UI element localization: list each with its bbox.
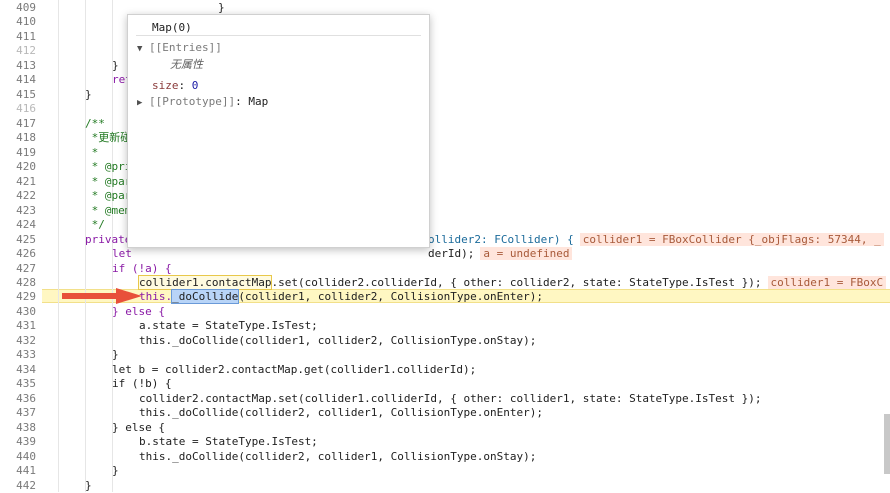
code-line-434[interactable]: let b = collider2.contactMap.get(collide… <box>112 363 890 377</box>
code-fragment: this. <box>139 290 173 303</box>
code-fragment: if (!a) { <box>112 262 172 275</box>
execution-pointer-arrow-icon <box>62 288 142 304</box>
code-line-436[interactable]: collider2.contactMap.set(collider1.colli… <box>139 392 890 406</box>
code-line-409[interactable]: } <box>218 1 890 15</box>
size-value: 0 <box>191 79 199 92</box>
code-line-427[interactable]: if (!a) { <box>112 262 890 276</box>
inline-debug-value[interactable]: a = undefined <box>480 247 573 260</box>
line-number[interactable]: 419 <box>0 146 36 160</box>
line-number[interactable]: 415 <box>0 88 36 102</box>
line-number[interactable]: 413 <box>0 59 36 73</box>
code-line-430[interactable]: } else { <box>112 305 890 319</box>
prototype-label: [[Prototype]] <box>149 95 236 108</box>
code-line-432[interactable]: this._doCollide(collider1, collider2, Co… <box>139 334 890 348</box>
line-number[interactable]: 422 <box>0 189 36 203</box>
line-number[interactable]: 440 <box>0 450 36 464</box>
line-number[interactable]: 442 <box>0 479 36 493</box>
line-number[interactable]: 431 <box>0 319 36 333</box>
line-number[interactable]: 427 <box>0 262 36 276</box>
line-number[interactable]: 414 <box>0 73 36 87</box>
line-number[interactable]: 426 <box>0 247 36 261</box>
line-number[interactable]: 432 <box>0 334 36 348</box>
line-number[interactable]: 420 <box>0 160 36 174</box>
code-fragment: (collider1, collider2, CollisionType.onE… <box>238 290 543 303</box>
prototype-value: Map <box>248 95 269 108</box>
colon-separator: : <box>235 95 249 108</box>
prototype-node[interactable]: ▶ [[Prototype]]: Map <box>137 95 268 109</box>
line-number[interactable]: 412 <box>0 44 36 58</box>
line-number[interactable]: 437 <box>0 406 36 420</box>
code-line-433[interactable]: } <box>112 348 890 362</box>
collapsed-triangle-icon[interactable]: ▶ <box>137 96 149 110</box>
popup-title: Map(0) <box>152 21 192 34</box>
code-line-439[interactable]: b.state = StateType.IsTest; <box>139 435 890 449</box>
line-number[interactable]: 424 <box>0 218 36 232</box>
line-number[interactable]: 441 <box>0 464 36 478</box>
line-number[interactable]: 417 <box>0 117 36 131</box>
code-fragment: derId); <box>428 247 475 260</box>
size-key: size <box>152 79 179 92</box>
code-line-440[interactable]: this._doCollide(collider2, collider1, Co… <box>139 450 890 464</box>
line-number[interactable]: 436 <box>0 392 36 406</box>
inline-debug-value[interactable]: collider1 = FBoxCollider {_objFlags: 573… <box>579 233 884 246</box>
line-number[interactable]: 429 <box>0 290 36 304</box>
popup-divider <box>136 35 421 36</box>
line-number[interactable]: 435 <box>0 377 36 391</box>
line-number[interactable]: 433 <box>0 348 36 362</box>
line-number[interactable]: 416 <box>0 102 36 116</box>
empty-properties-text: 无属性 <box>170 58 203 72</box>
entries-node[interactable]: ▼ [[Entries]] <box>137 41 222 55</box>
indent-guide <box>58 0 59 492</box>
line-number[interactable]: 423 <box>0 204 36 218</box>
code-line-429-current[interactable]: this._doCollide(collider1, collider2, Co… <box>139 289 890 304</box>
line-number[interactable]: 438 <box>0 421 36 435</box>
line-number[interactable]: 409 <box>0 1 36 15</box>
empty-label: 无属性 <box>170 58 203 71</box>
code-line-426-end[interactable]: derId); a = undefined <box>428 247 890 261</box>
code-fragment: .set(collider2.colliderId, { other: coll… <box>271 276 762 289</box>
line-number[interactable]: 425 <box>0 233 36 247</box>
variable-hover-popup[interactable]: Map(0) ▼ [[Entries]] 无属性 size: 0 ▶ [[Proto… <box>127 14 430 248</box>
code-fragment: ollider2: FCollider) { <box>428 233 574 246</box>
entries-label: [[Entries]] <box>149 41 222 54</box>
vertical-scrollbar-thumb[interactable] <box>884 414 890 474</box>
selected-token[interactable]: _doCollide <box>171 289 240 304</box>
code-line-435[interactable]: if (!b) { <box>112 377 890 391</box>
code-line-431[interactable]: a.state = StateType.IsTest; <box>139 319 890 333</box>
line-number[interactable]: 418 <box>0 131 36 145</box>
line-number[interactable]: 410 <box>0 15 36 29</box>
highlighted-expression[interactable]: collider1.contactMap <box>137 275 273 290</box>
code-line-437[interactable]: this._doCollide(collider2, collider1, Co… <box>139 406 890 420</box>
line-number[interactable]: 430 <box>0 305 36 319</box>
code-line-425-end[interactable]: ollider2: FCollider) { collider1 = FBoxCo… <box>428 233 890 247</box>
expanded-triangle-icon[interactable]: ▼ <box>137 42 149 56</box>
inline-debug-value[interactable]: collider1 = FBoxC <box>767 276 887 289</box>
colon-separator: : <box>178 79 192 92</box>
code-line-428[interactable]: collider1.contactMap.set(collider2.colli… <box>137 275 890 290</box>
code-line-442[interactable]: } <box>85 479 890 493</box>
code-line-441[interactable]: } <box>112 464 890 478</box>
line-number-gutter[interactable]: 409 410 411 412 413 414 415 416 417 418 … <box>0 0 42 492</box>
line-number[interactable]: 428 <box>0 276 36 290</box>
size-property[interactable]: size: 0 <box>152 79 198 93</box>
line-number[interactable]: 411 <box>0 30 36 44</box>
line-number[interactable]: 421 <box>0 175 36 189</box>
line-number[interactable]: 434 <box>0 363 36 377</box>
line-number[interactable]: 439 <box>0 435 36 449</box>
code-line-438[interactable]: } else { <box>112 421 890 435</box>
